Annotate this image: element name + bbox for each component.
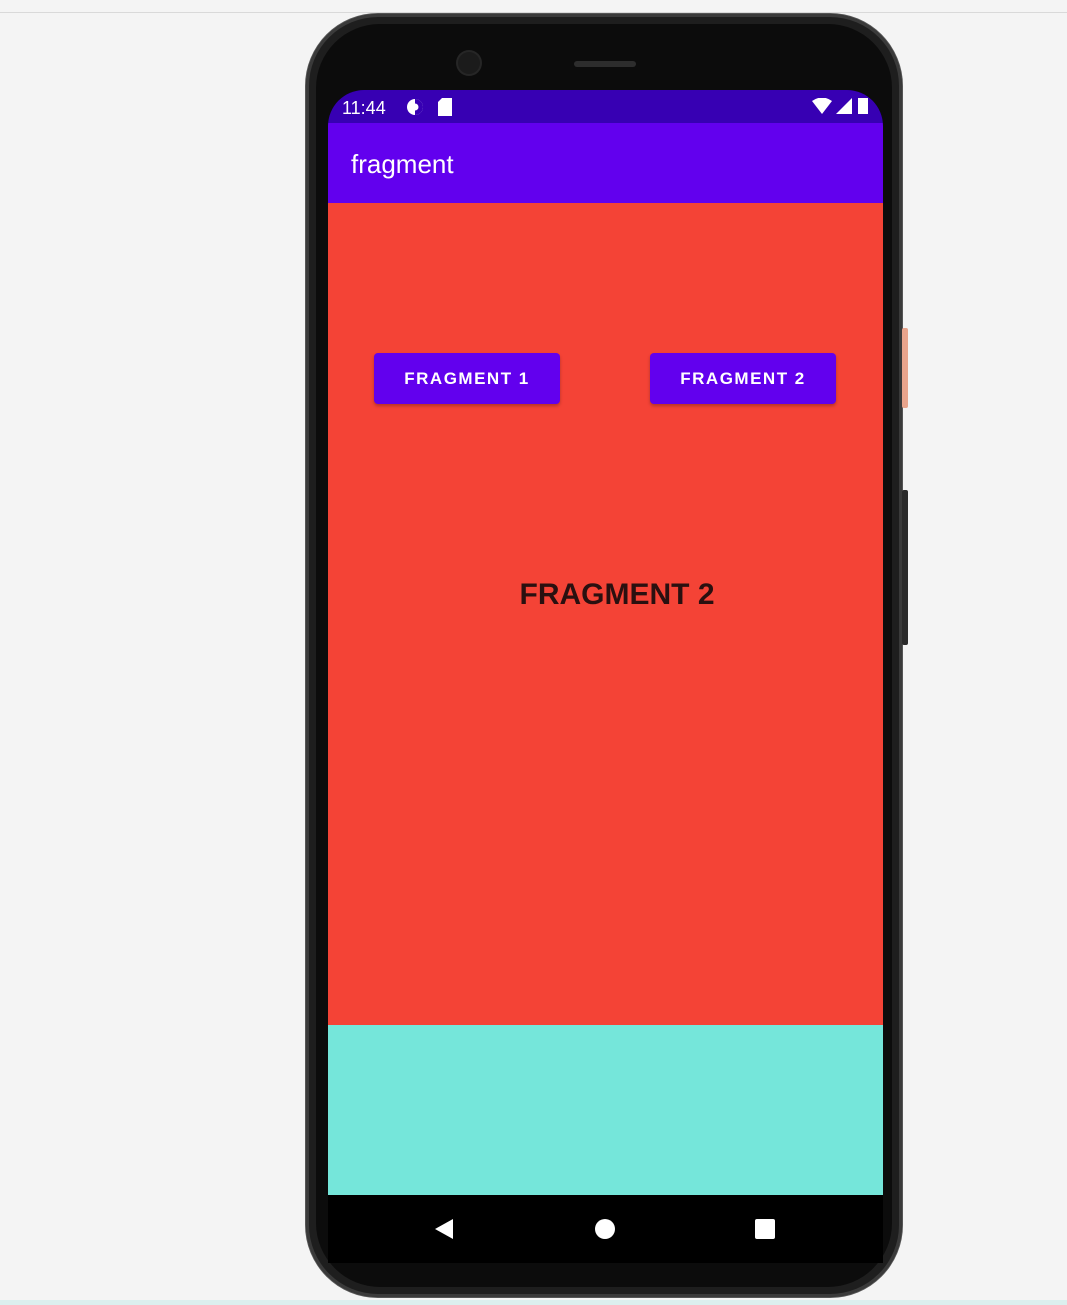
home-button[interactable] <box>589 1213 621 1245</box>
back-icon <box>435 1219 453 1239</box>
front-camera <box>458 52 480 74</box>
window-top-border <box>0 12 1067 13</box>
signal-icon <box>836 98 852 119</box>
data-saver-icon <box>406 98 424 121</box>
status-bar: 11:44 <box>328 90 883 123</box>
window-bottom-border <box>0 1300 1067 1305</box>
volume-button <box>902 490 908 645</box>
fragment-1-button[interactable]: FRAGMENT 1 <box>374 353 560 404</box>
back-button[interactable] <box>428 1213 460 1245</box>
home-icon <box>595 1219 615 1239</box>
battery-icon <box>858 98 868 119</box>
fragment-title: FRAGMENT 2 <box>519 578 715 611</box>
app-title: fragment <box>351 149 454 179</box>
earpiece-speaker <box>574 61 636 67</box>
fragment-2-button[interactable]: FRAGMENT 2 <box>650 353 836 404</box>
recents-icon <box>755 1219 775 1239</box>
phone-screen: 11:44 fragment FRAGMENT 1 FRAGMENT 2 FRA… <box>328 90 883 1195</box>
navigation-bar <box>328 1195 883 1263</box>
power-button <box>902 328 908 408</box>
status-time: 11:44 <box>342 98 386 118</box>
app-toolbar: fragment <box>328 123 883 203</box>
wifi-icon <box>812 97 832 119</box>
sd-card-icon <box>438 98 452 121</box>
fragment-container: FRAGMENT 1 FRAGMENT 2 FRAGMENT 2 <box>328 203 883 1025</box>
recents-button[interactable] <box>749 1213 781 1245</box>
bottom-pane <box>328 1025 883 1195</box>
